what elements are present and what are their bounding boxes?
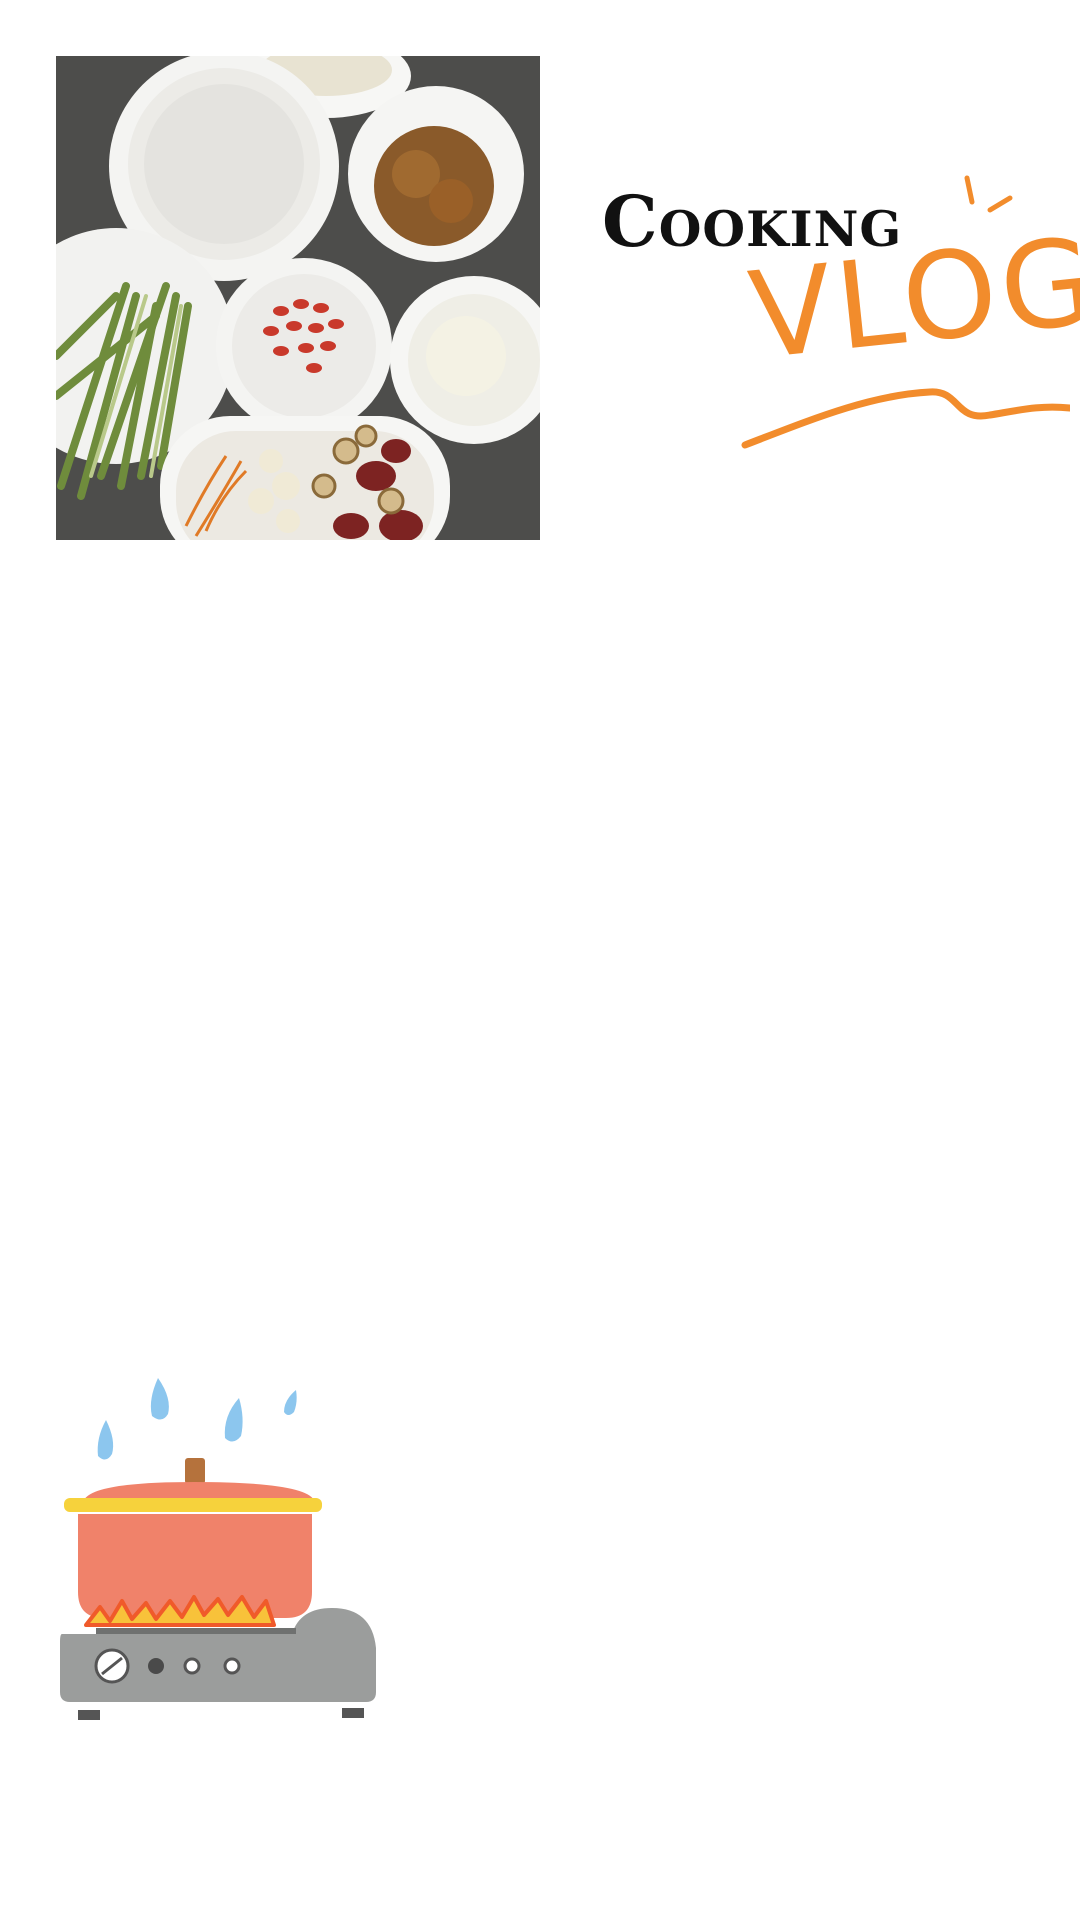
pot-on-stove-illustration	[56, 1370, 396, 1730]
cooking-vlog-logo: Cooking VLOG	[600, 160, 1080, 460]
ingredients-photo	[56, 56, 540, 540]
logo-decoration-icon	[741, 175, 1070, 449]
